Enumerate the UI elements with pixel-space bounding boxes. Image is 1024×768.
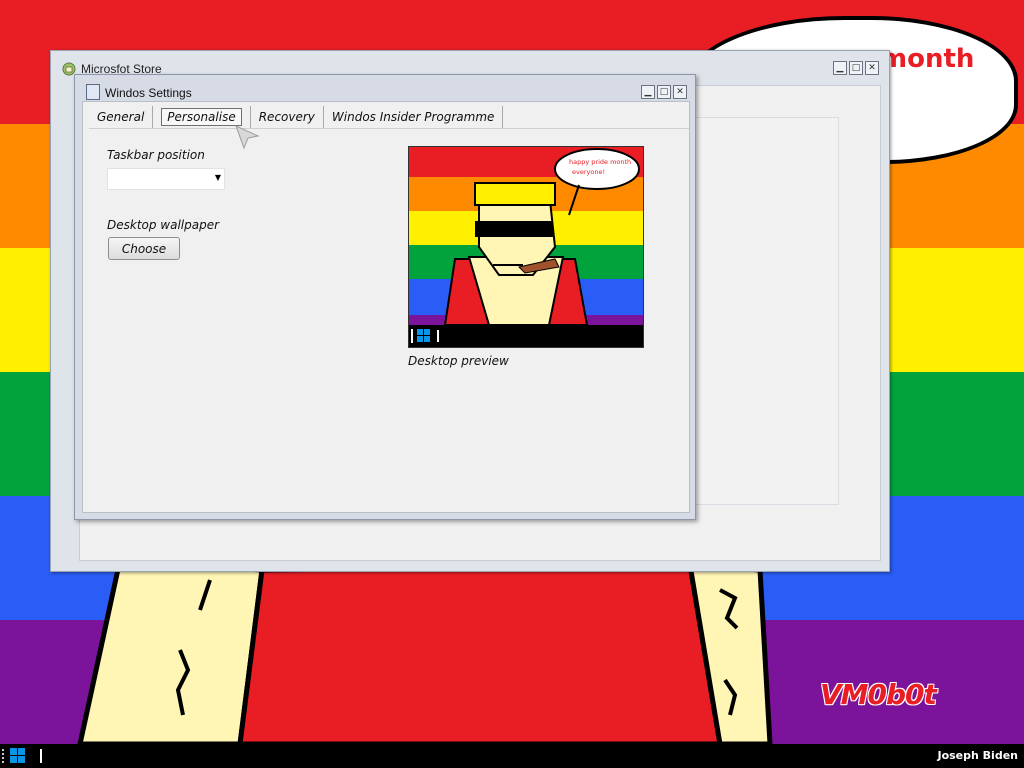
mouse-cursor-icon [235, 125, 260, 150]
maximize-icon[interactable]: □ [849, 61, 863, 75]
preview-wallpaper-art: happy pride month everyone! [409, 147, 643, 327]
minimize-icon[interactable]: ▁ [833, 61, 847, 75]
taskbar-position-label: Taskbar position [107, 148, 205, 162]
settings-window-title: Windos Settings [105, 86, 192, 100]
speech-bubble-text: month [880, 44, 975, 74]
taskbar-position-dropdown[interactable]: ▼ [107, 168, 225, 190]
taskbar-divider [40, 749, 42, 763]
windows-logo-icon[interactable] [10, 748, 26, 764]
desktop-wallpaper-label: Desktop wallpaper [107, 218, 220, 232]
tab-general[interactable]: General [89, 106, 154, 128]
vmobot-watermark: VM0b0t [820, 678, 937, 711]
tab-label: Recovery [258, 110, 315, 124]
tab-label: Personalise [161, 108, 242, 126]
store-window-controls: ▁ □ ✕ [833, 61, 879, 75]
tab-label: General [97, 110, 145, 124]
preview-windows-logo-icon [411, 329, 439, 343]
taskbar-grip-icon [2, 749, 4, 763]
chevron-down-icon[interactable]: ▼ [215, 173, 221, 182]
tab-strip-divider [89, 128, 689, 129]
minimize-icon[interactable]: ▁ [641, 85, 655, 99]
close-icon[interactable]: ✕ [865, 61, 879, 75]
tab-windos-insider-programme[interactable]: Windos Insider Programme [324, 106, 504, 128]
desktop-preview-caption: Desktop preview [408, 354, 509, 368]
settings-window-controls: ▁ □ ✕ [641, 85, 687, 99]
tab-label: Windos Insider Programme [331, 110, 495, 124]
desktop-preview-image: happy pride month everyone! [408, 146, 644, 348]
preview-speech-text-1: happy pride month [569, 158, 631, 166]
settings-tabs: General Personalise Recovery Windos Insi… [89, 106, 504, 128]
choose-wallpaper-button[interactable]: Choose [108, 237, 180, 260]
settings-window: Windos Settings ▁ □ ✕ General Personalis… [74, 74, 696, 520]
tab-recovery[interactable]: Recovery [251, 106, 324, 128]
settings-body: General Personalise Recovery Windos Insi… [82, 101, 690, 513]
settings-app-icon [86, 84, 100, 100]
close-icon[interactable]: ✕ [673, 85, 687, 99]
taskbar-user-name[interactable]: Joseph Biden [937, 749, 1018, 762]
preview-speech-text-2: everyone! [572, 168, 605, 176]
settings-titlebar[interactable]: Windos Settings ▁ □ ✕ [75, 75, 695, 103]
maximize-icon[interactable]: □ [657, 85, 671, 99]
preview-taskbar [409, 325, 643, 347]
taskbar: Joseph Biden [0, 744, 1024, 768]
